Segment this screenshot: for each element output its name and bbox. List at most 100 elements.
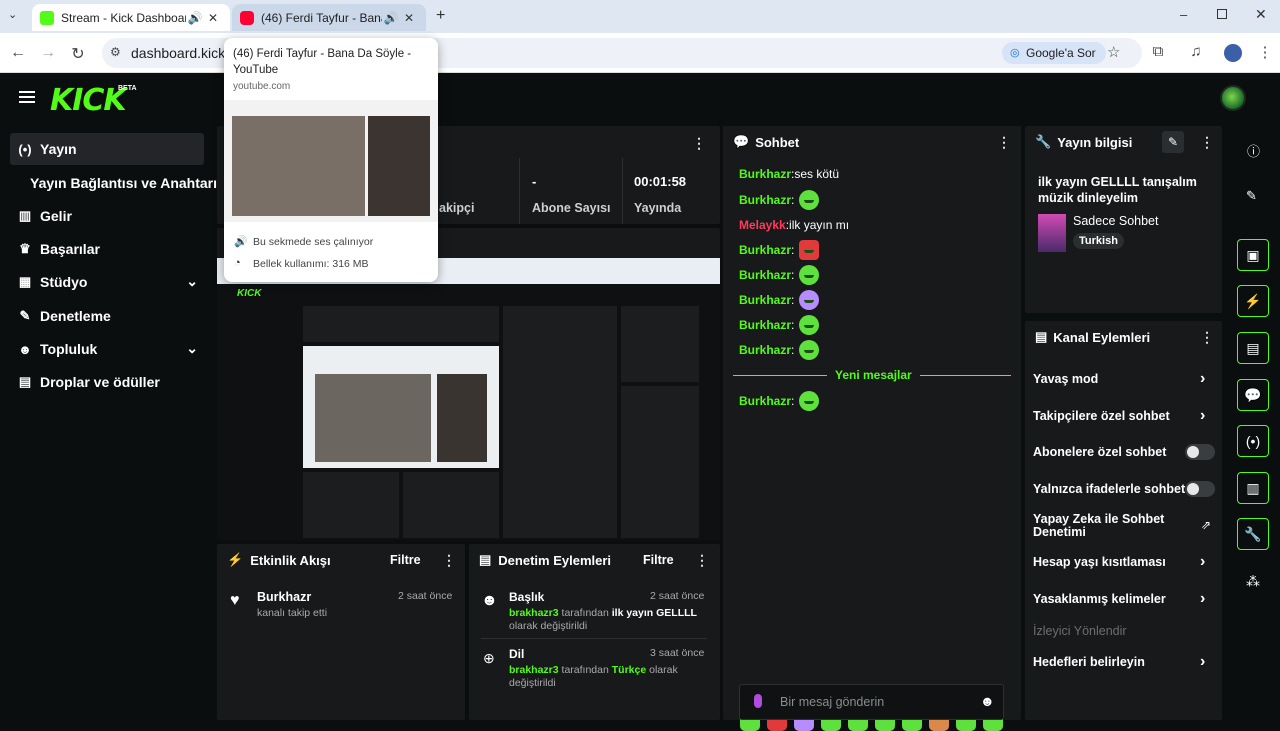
new-tab-icon[interactable]: + [436,7,445,25]
emote-icon [799,340,820,360]
close-tab-icon[interactable]: ✕ [400,11,418,25]
info-icon[interactable]: ⓘ [1247,141,1260,160]
sidebar-item-studyo[interactable]: ▦ Stüdyo ⌄ [10,266,204,298]
followers-label: akipçi [439,201,475,215]
hamburger-menu-icon[interactable] [19,91,35,103]
extensions-icon[interactable]: ⧉ [1148,43,1168,60]
emoji-picker-icon[interactable]: ☻ [980,693,995,709]
chat-username[interactable]: Melaykk [739,218,786,232]
speaker-icon[interactable]: 🔊 [186,11,204,25]
chat-username[interactable]: Burkhazr [739,167,791,181]
beta-badge: BETA [118,85,137,92]
sidebar-item-topluluk[interactable]: ☻ Topluluk ⌄ [10,333,204,365]
activity-filter-button[interactable]: Filtre [390,553,421,567]
preview-video-list [437,374,487,462]
account-age-item[interactable]: Hesap yaşı kısıtlaması [1033,555,1166,569]
emotes-only-toggle[interactable] [1185,481,1215,497]
chat-username[interactable]: Burkhazr [739,318,791,332]
close-window-icon[interactable]: ✕ [1255,6,1267,23]
wrench-icon: ✎ [19,308,31,323]
channel-actions-more-icon[interactable]: ⋮ [1200,329,1214,346]
profile-avatar[interactable] [1224,44,1242,62]
sidebar-item-basarilar[interactable]: ♛ Başarılar [10,233,204,265]
ai-moderation-item[interactable]: Yapay Zeka ile Sohbet Denetimi [1033,513,1173,539]
banned-words-item[interactable]: Yasaklanmış kelimeler [1033,592,1166,606]
back-icon[interactable]: ← [8,44,28,62]
activity-header: ⚡ Etkinlik Akışı [227,552,331,568]
rail-button-broadcast[interactable]: (•) [1237,425,1269,457]
bookmark-star-icon[interactable]: ☆ [1107,43,1120,61]
moderation-filter-button[interactable]: Filtre [643,553,674,567]
sidebar-item-denetleme[interactable]: ✎ Denetleme [10,300,204,332]
tab-kick-dashboard[interactable]: Stream - Kick Dashboard 🔊 ✕ [32,4,230,31]
external-link-icon[interactable]: ⇗ [1201,518,1211,532]
menu-kebab-icon[interactable]: ⋮ [1255,43,1275,61]
rail-button-wrench[interactable]: 🔧 [1237,518,1269,550]
pencil-icon[interactable]: ✎ [1246,188,1257,204]
sidebar-item-yayin[interactable]: (•) Yayın [10,133,204,165]
chat-username[interactable]: Burkhazr [739,193,791,207]
edit-pencil-icon[interactable]: ✎ [1162,131,1184,153]
reload-icon[interactable]: ↻ [68,44,88,64]
minimize-icon[interactable]: – [1180,7,1187,22]
goals-item[interactable]: Hedefleri belirleyin [1033,655,1145,669]
rail-button-camera[interactable]: ▣ [1237,239,1269,271]
hover-card-title: (46) Ferdi Tayfur - Bana Da Söyle - YouT… [233,48,412,76]
sidebar-item-stream-key[interactable]: Yayın Bağlantısı ve Anahtarı [30,167,220,199]
rail-button-lightning[interactable]: ⚡ [1237,285,1269,317]
live-label: Yayında [634,201,682,215]
kick-logo[interactable]: KICK [50,83,127,118]
moderation-actor[interactable]: brakhazr3 [509,607,559,619]
chevron-right-icon[interactable]: › [1200,653,1205,671]
chat-input-placeholder[interactable]: Bir mesaj gönderin [780,695,884,709]
rail-button-chat[interactable]: 💬 [1237,379,1269,411]
followers-only-item[interactable]: Takipçilere özel sohbet [1033,409,1170,423]
moderation-actor[interactable]: brakhazr3 [509,664,559,676]
site-info-icon[interactable]: ⚙ [110,45,121,59]
stats-more-icon[interactable]: ⋮ [692,135,706,152]
activity-user[interactable]: Burkhazr [257,590,311,604]
maximize-icon[interactable] [1217,9,1227,19]
user-avatar[interactable] [1220,85,1246,111]
chat-username[interactable]: Burkhazr [739,394,791,408]
chat-username[interactable]: Burkhazr [739,293,791,307]
category-name[interactable]: Sadece Sohbet [1073,214,1159,228]
rail-button-document[interactable]: ▤ [1237,332,1269,364]
chat-username[interactable]: Burkhazr [739,268,791,282]
speaker-icon[interactable]: 🔊 [382,11,400,25]
chat-more-icon[interactable]: ⋮ [997,134,1011,151]
chat-input-box[interactable]: Bir mesaj gönderin ☻ [739,684,1004,720]
apps-icon[interactable]: ⁂ [1246,573,1260,590]
rail-button-layout[interactable]: ▥ [1237,472,1269,504]
moderation-detail: brakhazr3 tarafından ilk yayın GELLLL ol… [509,607,709,633]
stream-info-more-icon[interactable]: ⋮ [1200,134,1214,151]
slow-mode-item[interactable]: Yavaş mod [1033,372,1098,386]
stream-info-header: 🔧 Yayın bilgisi [1035,134,1132,150]
browser-tab-bar: ⌄ Stream - Kick Dashboard 🔊 ✕ (46) Ferdi… [0,0,1280,33]
activity-more-icon[interactable]: ⋮ [442,552,456,569]
emote-icon [799,265,820,285]
language-tag[interactable]: Turkish [1073,233,1124,249]
chat-username[interactable]: Burkhazr [739,343,791,357]
chevron-right-icon[interactable]: › [1200,370,1205,388]
close-tab-icon[interactable]: ✕ [204,11,222,25]
sidebar-item-gelir[interactable]: ▥ Gelir [10,200,204,232]
subscribers-only-toggle[interactable] [1185,444,1215,460]
media-control-icon[interactable]: ♫ [1186,43,1206,60]
chat-username[interactable]: Burkhazr [739,243,791,257]
chevron-right-icon[interactable]: › [1200,407,1205,425]
tab-youtube[interactable]: (46) Ferdi Tayfur - Bana Da 🔊 ✕ [232,4,426,31]
sidebar-item-droplar[interactable]: ▤ Droplar ve ödüller [10,366,204,398]
moderation-more-icon[interactable]: ⋮ [695,552,709,569]
preview-activity [303,472,399,538]
subs-label: Abone Sayısı [532,201,611,215]
tab-list-dropdown-icon[interactable]: ⌄ [8,8,17,21]
forward-icon[interactable]: → [38,44,58,62]
preview-actions [621,386,699,538]
chat-message: Melaykk: ilk yayın mı [739,218,850,232]
chevron-right-icon[interactable]: › [1200,590,1205,608]
microphone-icon[interactable] [754,694,762,708]
chevron-right-icon[interactable]: › [1200,553,1205,571]
stream-preview[interactable]: KICK [217,258,720,540]
lightning-icon: ⚡ [227,552,244,567]
